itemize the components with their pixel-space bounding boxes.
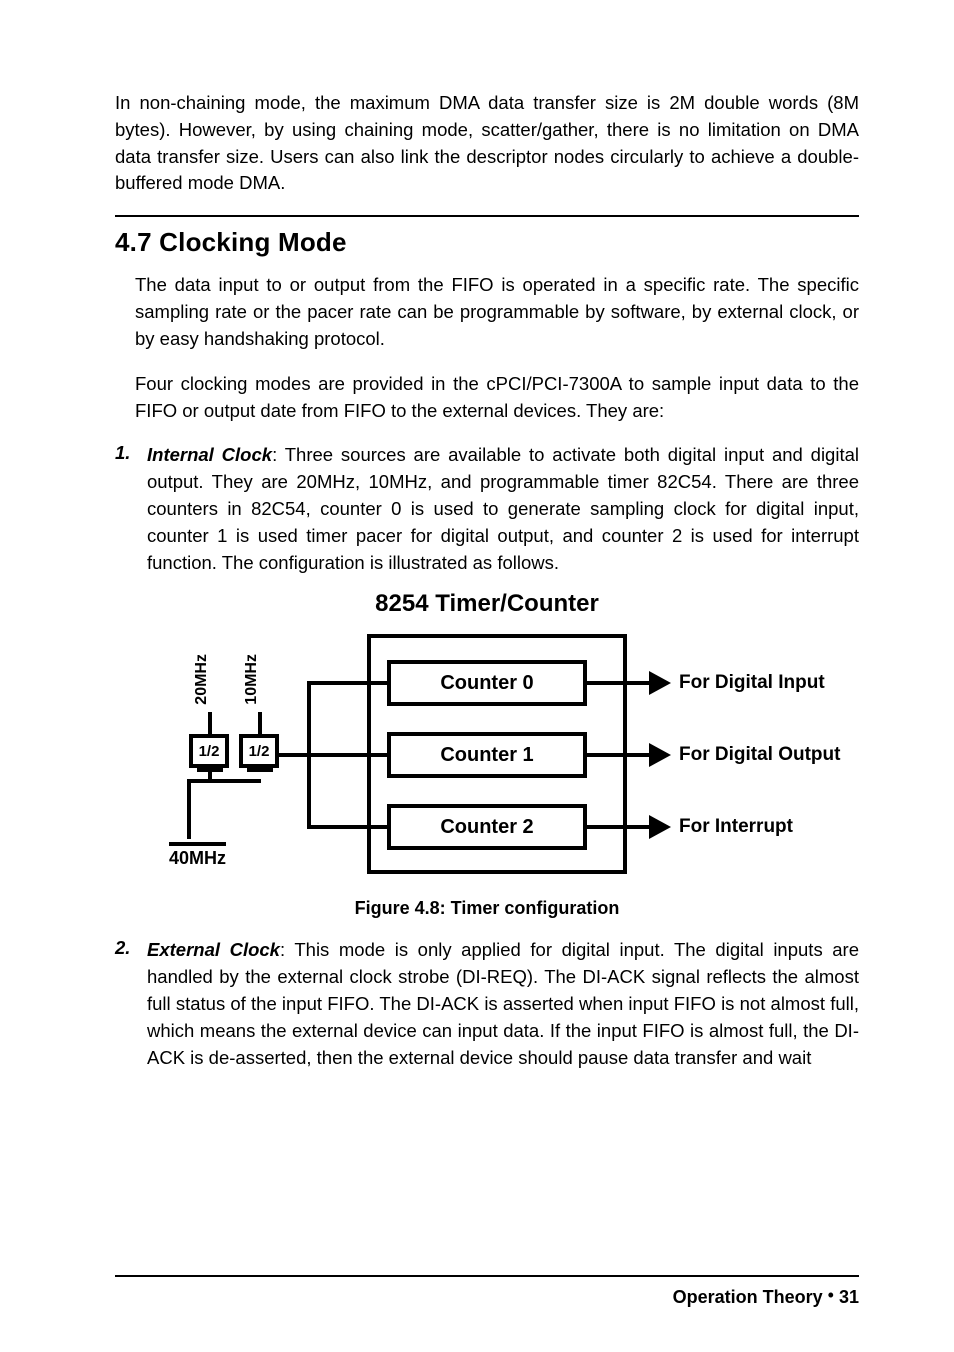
section-heading: 4.7 Clocking Mode [115,227,859,258]
item-number: 2. [115,937,147,1071]
counter-2-box: Counter 2 [387,804,587,850]
section-para-2: Four clocking modes are provided in the … [135,371,859,425]
footer-section: Operation Theory [673,1287,823,1307]
counter-1-box: Counter 1 [387,732,587,778]
divider-box-0: 1/2 [189,734,229,768]
item-term: Internal Clock [147,444,272,465]
figure-wrap: 8254 Timer/Counter Counter 0 Counter 1 C… [115,590,859,919]
line-in-0 [307,681,387,685]
arrow-icon [649,743,671,767]
line-out-2 [587,825,649,829]
page-footer: Operation Theory • 31 [115,1275,859,1308]
figure-caption: Figure 4.8: Timer configuration [115,898,859,919]
line-in-2 [307,825,387,829]
line-stub-20 [208,712,212,734]
output-label-2: For Interrupt [679,816,793,838]
line-foot-10 [247,768,273,772]
label-40mhz: 40MHz [169,842,226,869]
divider-box-1: 1/2 [239,734,279,768]
output-label-0: For Digital Input [679,672,825,694]
item-term: External Clock [147,939,280,960]
output-label-1: For Digital Output [679,744,840,766]
section-divider-top [115,215,859,217]
list-item: 1. Internal Clock: Three sources are ava… [115,442,859,576]
footer-divider [115,1275,859,1277]
section-para-1: The data input to or output from the FIF… [135,272,859,352]
bullet-icon: • [828,1285,834,1305]
label-20mhz: 20MHz [193,654,211,705]
item-number: 1. [115,442,147,576]
line-40-h [187,779,233,783]
item-body: Internal Clock: Three sources are availa… [147,442,859,576]
line-40-vert [187,779,191,839]
counter-0-box: Counter 0 [387,660,587,706]
timer-diagram: Counter 0 Counter 1 Counter 2 For Digita… [127,624,847,884]
line-stub-10 [258,712,262,734]
line-out-1 [587,753,649,757]
footer-text: Operation Theory • 31 [115,1287,859,1308]
arrow-icon [649,815,671,839]
arrow-icon [649,671,671,695]
line-vert-trunk [307,681,311,829]
item-sep: : [272,444,285,465]
footer-page-number: 31 [839,1287,859,1307]
item-body: External Clock: This mode is only applie… [147,937,859,1071]
figure-title: 8254 Timer/Counter [115,590,859,618]
label-10mhz: 10MHz [243,654,261,705]
list-item: 2. External Clock: This mode is only app… [115,937,859,1071]
line-out-0 [587,681,649,685]
intro-paragraph: In non-chaining mode, the maximum DMA da… [115,90,859,197]
item-sep: : [280,939,294,960]
